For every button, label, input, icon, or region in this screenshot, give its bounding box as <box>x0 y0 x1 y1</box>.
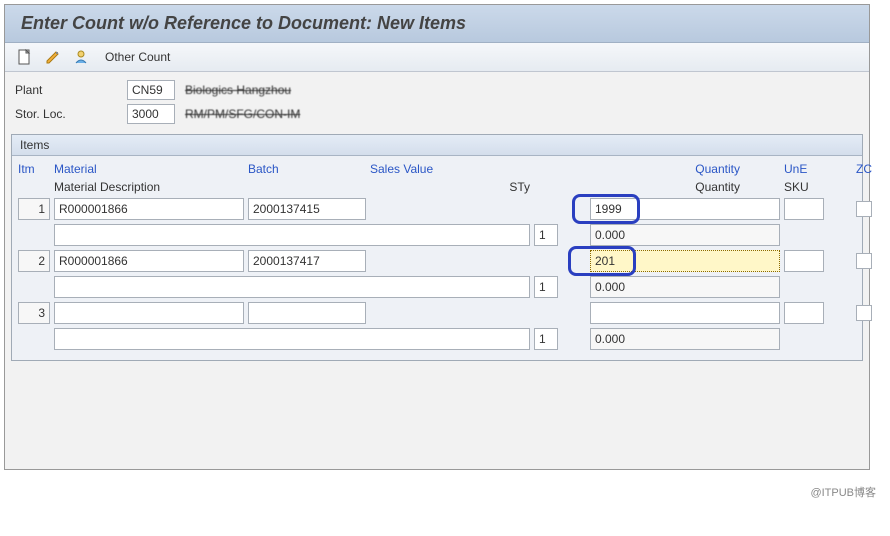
items-panel: Items Itm Material Batch Sales Value Qua… <box>11 134 863 361</box>
col-sku: SKU <box>784 180 852 194</box>
col-batch: Batch <box>248 162 366 176</box>
new-document-icon[interactable] <box>15 47 35 67</box>
col-itm: Itm <box>18 162 50 176</box>
zc-checkbox[interactable] <box>856 253 872 269</box>
edit-icon[interactable] <box>43 47 63 67</box>
watermark: @ITPUB博客 <box>810 484 876 500</box>
sty-input[interactable]: 1 <box>534 328 558 350</box>
plant-label: Plant <box>15 83 127 97</box>
batch-input[interactable]: 2000137415 <box>248 198 366 220</box>
batch-input[interactable]: 2000137417 <box>248 250 366 272</box>
quantity-input[interactable]: 201 <box>590 250 780 272</box>
col-quantity-sub: Quantity <box>590 180 780 194</box>
table-row: 3 <box>18 302 856 324</box>
quantity-input[interactable]: 1999 <box>590 198 780 220</box>
table-row: 2 R000001866 2000137417 201 <box>18 250 856 272</box>
batch-input[interactable] <box>248 302 366 324</box>
col-zc: ZC <box>856 162 878 176</box>
other-count-button[interactable]: Other Count <box>99 50 176 64</box>
sty-input[interactable]: 1 <box>534 276 558 298</box>
toolbar: Other Count <box>5 43 869 72</box>
col-material: Material <box>54 162 244 176</box>
une-input[interactable] <box>784 198 824 220</box>
storage-location-description: RM/PM/SFG/CON-IM <box>179 107 306 121</box>
table-sub-row: 1 0.000 <box>18 276 856 298</box>
col-quantity: Quantity <box>590 162 780 176</box>
table-row: 1 R000001866 2000137415 1999 <box>18 198 856 220</box>
plant-description: Biologics Hangzhou <box>179 83 297 97</box>
page-title: Enter Count w/o Reference to Document: N… <box>5 5 869 43</box>
storage-location-input[interactable]: 3000 <box>127 104 175 124</box>
quantity-sub-input[interactable]: 0.000 <box>590 328 780 350</box>
material-description-input[interactable] <box>54 328 530 350</box>
table-sub-row: 1 0.000 <box>18 224 856 246</box>
material-input[interactable] <box>54 302 244 324</box>
zc-checkbox[interactable] <box>856 201 872 217</box>
plant-code-input[interactable]: CN59 <box>127 80 175 100</box>
material-input[interactable]: R000001866 <box>54 250 244 272</box>
item-number[interactable]: 3 <box>18 302 50 324</box>
quantity-input[interactable] <box>590 302 780 324</box>
quantity-sub-input[interactable]: 0.000 <box>590 224 780 246</box>
col-une: UnE <box>784 162 852 176</box>
zc-checkbox[interactable] <box>856 305 872 321</box>
item-number[interactable]: 1 <box>18 198 50 220</box>
other-count-icon[interactable] <box>71 47 91 67</box>
table-sub-row: 1 0.000 <box>18 328 856 350</box>
items-panel-title: Items <box>12 135 862 156</box>
grid-subheader-row: Material Description STy Quantity SKU <box>18 180 856 194</box>
quantity-sub-input[interactable]: 0.000 <box>590 276 780 298</box>
grid-header-row: Itm Material Batch Sales Value Quantity … <box>18 162 856 176</box>
storage-location-label: Stor. Loc. <box>15 107 127 121</box>
material-description-input[interactable] <box>54 276 530 298</box>
col-sty: STy <box>474 180 530 194</box>
une-input[interactable] <box>784 250 824 272</box>
item-number[interactable]: 2 <box>18 250 50 272</box>
sty-input[interactable]: 1 <box>534 224 558 246</box>
col-sales-value: Sales Value <box>370 162 470 176</box>
une-input[interactable] <box>784 302 824 324</box>
material-input[interactable]: R000001866 <box>54 198 244 220</box>
col-material-desc: Material Description <box>54 180 244 194</box>
material-description-input[interactable] <box>54 224 530 246</box>
